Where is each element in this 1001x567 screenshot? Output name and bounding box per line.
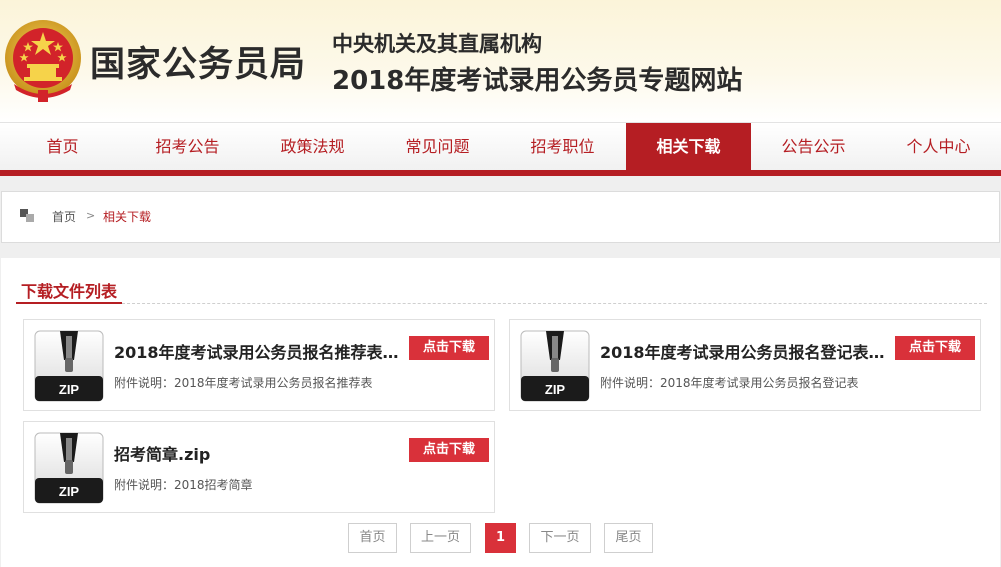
section-divider: [122, 303, 987, 304]
site-subtitle-1: 中央机关及其直属机构: [332, 32, 542, 56]
file-card: ZIP 2018年度考试录用公务员报名登记表.zip 附件说明：2018年度考试…: [509, 319, 981, 411]
main-nav: 首页 招考公告 政策法规 常见问题 招考职位 相关下载 公告公示 个人中心: [0, 122, 1001, 171]
nav-item-announcements[interactable]: 招考公告: [125, 123, 250, 171]
zip-archive-icon[interactable]: ZIP: [520, 330, 590, 402]
breadcrumb-squares-icon: [20, 209, 36, 225]
file-name[interactable]: 2018年度考试录用公务员报名推荐表.zip: [114, 339, 402, 363]
pagination-next[interactable]: 下一页: [529, 523, 591, 553]
breadcrumb: 首页 > 相关下载: [1, 191, 1000, 243]
breadcrumb-separator: >: [86, 209, 96, 222]
nav-item-home[interactable]: 首页: [0, 123, 125, 171]
pagination-prev[interactable]: 上一页: [410, 523, 471, 553]
file-description: 附件说明：2018年度考试录用公务员报名推荐表: [114, 376, 373, 390]
pagination-first[interactable]: 首页: [348, 523, 397, 553]
zip-label: ZIP: [59, 484, 80, 499]
pagination-current-page[interactable]: 1: [485, 523, 516, 553]
section-title-underline: [16, 302, 122, 304]
nav-divider-bar: [0, 170, 1001, 176]
file-card: ZIP 招考简章.zip 附件说明：2018招考简章 点击下载: [23, 421, 495, 513]
pagination-last[interactable]: 尾页: [604, 523, 653, 553]
file-description: 附件说明：2018招考简章: [114, 478, 253, 492]
file-card: ZIP 2018年度考试录用公务员报名推荐表.zip 附件说明：2018年度考试…: [23, 319, 495, 411]
nav-item-policies[interactable]: 政策法规: [250, 123, 375, 171]
zip-archive-icon[interactable]: ZIP: [34, 330, 104, 402]
breadcrumb-home-link[interactable]: 首页: [52, 208, 76, 225]
zip-archive-icon[interactable]: ZIP: [34, 432, 104, 504]
file-description: 附件说明：2018年度考试录用公务员报名登记表: [600, 376, 859, 390]
file-name[interactable]: 招考简章.zip: [114, 441, 402, 465]
zip-label: ZIP: [59, 382, 80, 397]
nav-item-user-center[interactable]: 个人中心: [876, 123, 1001, 171]
file-name[interactable]: 2018年度考试录用公务员报名登记表.zip: [600, 339, 888, 363]
site-subtitle-2: 2018年度考试录用公务员专题网站: [332, 66, 743, 96]
download-button[interactable]: 点击下载: [895, 336, 975, 360]
breadcrumb-current[interactable]: 相关下载: [103, 208, 151, 225]
nav-item-faq[interactable]: 常见问题: [375, 123, 500, 171]
download-button[interactable]: 点击下载: [409, 438, 489, 462]
nav-item-downloads[interactable]: 相关下载: [626, 123, 751, 171]
nav-item-notices[interactable]: 公告公示: [751, 123, 876, 171]
zip-label: ZIP: [545, 382, 566, 397]
org-name: 国家公务员局: [90, 45, 307, 85]
site-header: 国家公务员局 中央机关及其直属机构 2018年度考试录用公务员专题网站: [0, 0, 1001, 122]
download-button[interactable]: 点击下载: [409, 336, 489, 360]
national-emblem-icon: [5, 20, 81, 102]
download-list-panel: 下载文件列表 ZIP 2018年度考试录用公务员报名推荐表.zip 附件说明：2…: [1, 258, 1000, 567]
nav-item-positions[interactable]: 招考职位: [500, 123, 625, 171]
